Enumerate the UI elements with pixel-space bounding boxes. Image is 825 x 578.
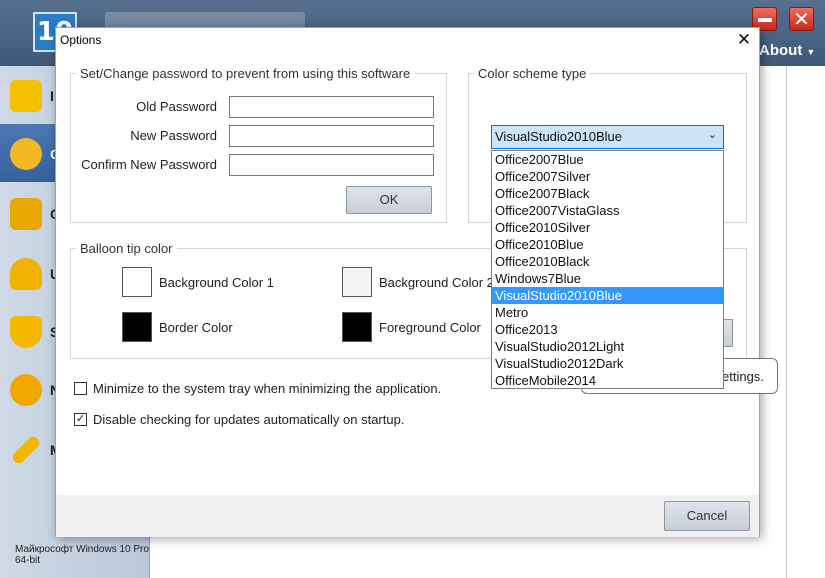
divider xyxy=(786,66,787,578)
confirm-password-label: Confirm New Password xyxy=(81,157,217,172)
dropdown-option[interactable]: Office2007VistaGlass xyxy=(492,202,723,219)
chevron-down-icon: ▼ xyxy=(806,47,816,57)
color-scheme-select[interactable]: VisualStudio2010Blue ⌄ xyxy=(491,125,724,149)
dropdown-option[interactable]: Office2010Black xyxy=(492,253,723,270)
disable-update-check-checkbox[interactable]: ✓ xyxy=(74,413,87,426)
background-color-2-label: Background Color 2 xyxy=(379,275,494,290)
about-label: About xyxy=(759,42,803,59)
border-color-label: Border Color xyxy=(159,320,233,335)
color-scheme-selected-value: VisualStudio2010Blue xyxy=(495,129,622,144)
confirm-password-field[interactable] xyxy=(229,154,434,176)
dropdown-option[interactable]: Office2013 xyxy=(492,321,723,338)
minimize-to-tray-checkbox[interactable] xyxy=(74,382,87,395)
dropdown-option[interactable]: Office2007Silver xyxy=(492,168,723,185)
disable-update-check-label: Disable checking for updates automatical… xyxy=(93,412,405,427)
new-password-label: New Password xyxy=(130,128,217,143)
shield-icon xyxy=(10,316,42,348)
foreground-color-swatch[interactable] xyxy=(342,312,372,342)
chevron-down-icon: ⌄ xyxy=(707,129,717,141)
globe-icon xyxy=(10,374,42,406)
ok-button[interactable]: OK xyxy=(346,186,432,214)
dropdown-option[interactable]: Office2007Blue xyxy=(492,151,723,168)
dropdown-option[interactable]: Metro xyxy=(492,304,723,321)
background-color-1-label: Background Color 1 xyxy=(159,275,274,290)
balloon-tip-legend: Balloon tip color xyxy=(80,241,173,256)
options-dialog: Options ✕ Set/Change password to prevent… xyxy=(55,27,778,537)
dropdown-option[interactable]: Office2007Black xyxy=(492,185,723,202)
dropdown-option[interactable]: OfficeMobile2014 xyxy=(492,372,723,388)
border-color-swatch[interactable] xyxy=(122,312,152,342)
wrench-icon xyxy=(10,434,42,466)
password-group-legend: Set/Change password to prevent from usin… xyxy=(80,66,411,81)
minimize-to-tray-label: Minimize to the system tray when minimiz… xyxy=(93,381,442,396)
dropdown-option[interactable]: Office2010Blue xyxy=(492,236,723,253)
os-status-text: Майкрософт Windows 10 Pro 64-bit xyxy=(15,544,149,566)
info-icon xyxy=(10,80,42,112)
close-icon[interactable]: ✕ xyxy=(729,29,759,51)
color-scheme-dropdown-list: Office2007Blue Office2007Silver Office20… xyxy=(491,150,724,389)
user-icon xyxy=(10,258,42,290)
preview-button-edge[interactable] xyxy=(723,319,733,347)
cancel-button[interactable]: Cancel xyxy=(664,501,750,531)
dialog-footer: Cancel xyxy=(56,495,759,537)
about-menu[interactable]: About ▼ xyxy=(759,42,815,59)
old-password-field[interactable] xyxy=(229,96,434,118)
trash-icon xyxy=(10,198,42,230)
dropdown-option[interactable]: VisualStudio2012Light xyxy=(492,338,723,355)
sidebar-item-label: I xyxy=(50,88,54,104)
background-color-2-swatch[interactable] xyxy=(342,267,372,297)
new-password-field[interactable] xyxy=(229,125,434,147)
dropdown-option[interactable]: Office2010Silver xyxy=(492,219,723,236)
close-app-button[interactable]: ✕ xyxy=(789,7,814,31)
dialog-title: Options xyxy=(60,33,102,47)
background-color-1-swatch[interactable] xyxy=(122,267,152,297)
old-password-label: Old Password xyxy=(136,99,217,114)
dropdown-option[interactable]: Windows7Blue xyxy=(492,270,723,287)
foreground-color-label: Foreground Color xyxy=(379,320,481,335)
tooltip-text: ettings. xyxy=(722,369,764,384)
gauge-icon xyxy=(10,138,42,170)
color-scheme-legend: Color scheme type xyxy=(478,66,587,81)
dropdown-option[interactable]: VisualStudio2012Dark xyxy=(492,355,723,372)
dropdown-option-selected[interactable]: VisualStudio2010Blue xyxy=(492,287,723,304)
